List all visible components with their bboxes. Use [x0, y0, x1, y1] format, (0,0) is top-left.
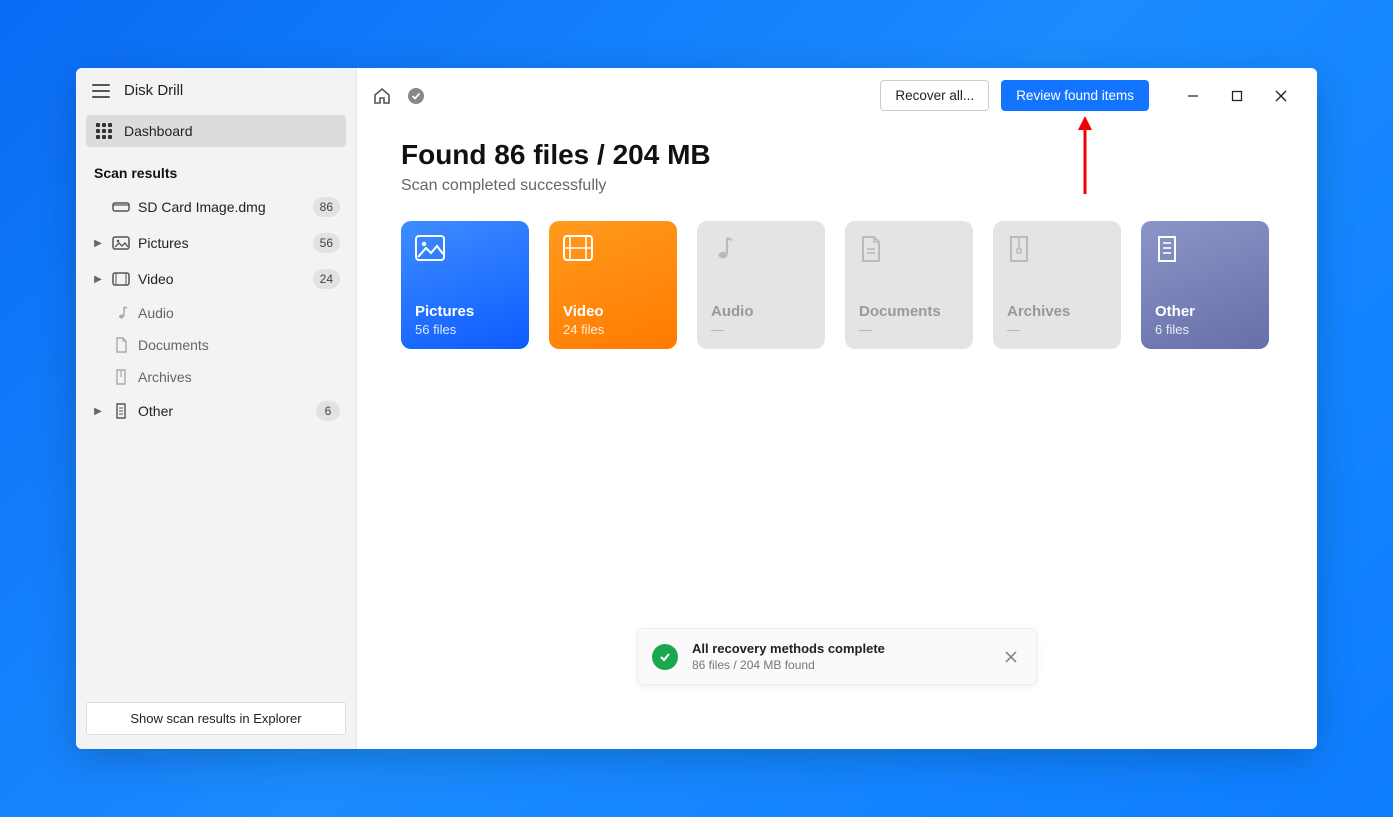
sidebar-item-documents[interactable]: Documents: [86, 329, 346, 361]
card-count: 6 files: [1155, 322, 1255, 337]
tree-label: Archives: [138, 369, 340, 385]
tree-label: Pictures: [138, 235, 305, 251]
card-pictures[interactable]: Pictures 56 files: [401, 221, 529, 349]
count-badge: 6: [316, 401, 340, 421]
drive-icon: [112, 200, 130, 214]
audio-icon: [112, 305, 130, 321]
toast-close-button[interactable]: [1000, 646, 1022, 668]
window-maximize-button[interactable]: [1215, 81, 1259, 111]
sidebar-item-archives[interactable]: Archives: [86, 361, 346, 393]
pictures-icon: [415, 235, 515, 271]
tree-label: Audio: [138, 305, 340, 321]
count-badge: 24: [313, 269, 340, 289]
page-title: Found 86 files / 204 MB: [401, 139, 1273, 171]
review-found-items-button[interactable]: Review found items: [1001, 80, 1149, 111]
recover-all-button[interactable]: Recover all...: [880, 80, 989, 111]
other-icon: [112, 403, 130, 419]
menu-icon[interactable]: [92, 84, 110, 98]
audio-icon: [711, 235, 811, 271]
page-subtitle: Scan completed successfully: [401, 177, 1273, 195]
content-area: Found 86 files / 204 MB Scan completed s…: [357, 123, 1317, 349]
home-icon[interactable]: [371, 85, 393, 107]
sidebar-item-other[interactable]: ▶ Other 6: [86, 393, 346, 429]
card-name: Video: [563, 303, 663, 320]
check-circle-icon: [652, 644, 678, 670]
document-icon: [112, 337, 130, 353]
count-badge: 86: [313, 197, 340, 217]
tree-label: Video: [138, 271, 305, 287]
chevron-right-icon: ▶: [92, 274, 104, 285]
card-count: 56 files: [415, 322, 515, 337]
archive-icon: [112, 369, 130, 385]
document-icon: [859, 235, 959, 271]
card-count: 24 files: [563, 322, 663, 337]
card-documents[interactable]: Documents —: [845, 221, 973, 349]
card-name: Other: [1155, 303, 1255, 320]
sidebar-item-video[interactable]: ▶ Video 24: [86, 261, 346, 297]
chevron-right-icon: ▶: [92, 406, 104, 417]
toolbar: Recover all... Review found items: [357, 68, 1317, 123]
main-panel: Recover all... Review found items Found …: [357, 68, 1317, 749]
card-name: Documents: [859, 303, 959, 320]
card-name: Archives: [1007, 303, 1107, 320]
sidebar-item-audio[interactable]: Audio: [86, 297, 346, 329]
sidebar-item-sd-card[interactable]: SD Card Image.dmg 86: [86, 189, 346, 225]
video-icon: [563, 235, 663, 271]
count-badge: 56: [313, 233, 340, 253]
app-window: Disk Drill Dashboard Scan results SD Car…: [76, 68, 1317, 749]
video-icon: [112, 272, 130, 286]
card-name: Audio: [711, 303, 811, 320]
dashboard-icon: [96, 123, 112, 139]
sidebar-item-dashboard[interactable]: Dashboard: [86, 115, 346, 147]
sidebar: Disk Drill Dashboard Scan results SD Car…: [76, 68, 357, 749]
card-other[interactable]: Other 6 files: [1141, 221, 1269, 349]
app-title: Disk Drill: [124, 82, 183, 99]
tree-label: Other: [138, 403, 308, 419]
show-in-explorer-button[interactable]: Show scan results in Explorer: [86, 702, 346, 735]
card-archives[interactable]: Archives —: [993, 221, 1121, 349]
sidebar-tree: SD Card Image.dmg 86 ▶ Pictures 56 ▶ Vid…: [76, 189, 356, 429]
category-cards: Pictures 56 files Video 24 files Audio —: [401, 221, 1273, 349]
card-audio[interactable]: Audio —: [697, 221, 825, 349]
tree-label: Documents: [138, 337, 340, 353]
archive-icon: [1007, 235, 1107, 271]
card-video[interactable]: Video 24 files: [549, 221, 677, 349]
nav-label: Dashboard: [124, 123, 193, 139]
card-count: —: [1007, 322, 1107, 337]
sidebar-item-pictures[interactable]: ▶ Pictures 56: [86, 225, 346, 261]
card-count: —: [711, 322, 811, 337]
toast-subtitle: 86 files / 204 MB found: [692, 658, 986, 672]
window-minimize-button[interactable]: [1171, 81, 1215, 111]
other-icon: [1155, 235, 1255, 271]
window-close-button[interactable]: [1259, 81, 1303, 111]
toast-title: All recovery methods complete: [692, 641, 986, 656]
sidebar-header: Disk Drill: [76, 68, 356, 109]
status-toast: All recovery methods complete 86 files /…: [637, 628, 1037, 685]
shield-check-icon[interactable]: [405, 85, 427, 107]
card-count: —: [859, 322, 959, 337]
pictures-icon: [112, 236, 130, 250]
section-label-scan-results: Scan results: [76, 153, 356, 189]
tree-label: SD Card Image.dmg: [138, 199, 305, 215]
chevron-right-icon: ▶: [92, 238, 104, 249]
card-name: Pictures: [415, 303, 515, 320]
